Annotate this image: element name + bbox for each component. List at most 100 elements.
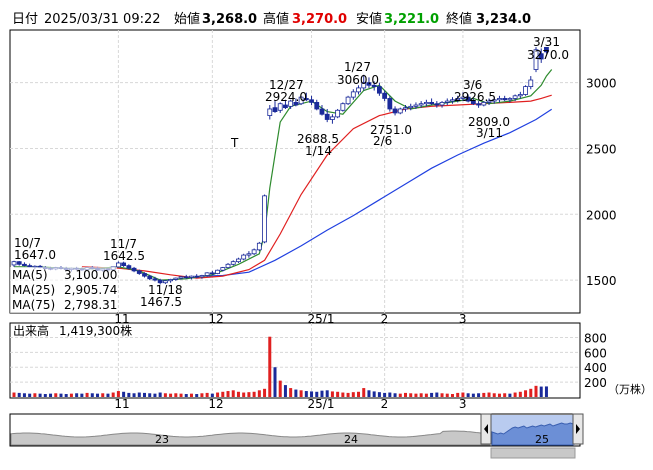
volume-bar: [17, 392, 21, 397]
volume-bar: [158, 392, 162, 397]
volume-bar: [179, 393, 183, 397]
volume-value: 1,419,300株: [59, 323, 132, 338]
volume-tick-label: 200: [584, 376, 607, 390]
candle: [408, 105, 414, 109]
volume-bar: [289, 388, 293, 397]
candle: [497, 98, 502, 101]
annotation-date: 1/14: [305, 144, 332, 158]
volume-bar: [518, 391, 522, 397]
volume-bar: [482, 392, 486, 397]
volume-bar: [200, 393, 204, 397]
candle: [246, 253, 252, 256]
volume-tick-label: 800: [584, 331, 607, 345]
volume-bar: [424, 393, 428, 397]
candle: [131, 267, 137, 272]
volume-bar: [492, 393, 496, 397]
overview-label-24: 24: [344, 433, 358, 446]
volume-bar: [278, 380, 282, 397]
volume-bar: [43, 394, 47, 397]
candle: [512, 95, 518, 99]
volume-bar: [471, 393, 475, 397]
candle: [507, 98, 513, 101]
volume-x-axis: 11 12 25/1 2 3: [114, 397, 466, 411]
volume-bar: [80, 393, 84, 397]
volume-bar: [69, 393, 73, 397]
annotation-price: 3270.0: [527, 48, 569, 62]
candle: [523, 86, 528, 95]
candle: [350, 91, 356, 98]
volume-bar: [503, 393, 507, 397]
overview-label-25: 25: [535, 433, 549, 446]
candle: [335, 109, 341, 118]
volume-bar: [143, 392, 146, 397]
candle: [397, 108, 403, 114]
open-label: 始値: [174, 11, 200, 27]
volume-bar: [153, 393, 157, 397]
overview-left-handle[interactable]: [480, 413, 492, 445]
volume-bar: [231, 390, 235, 397]
candle: [262, 195, 267, 243]
volume-bar: [544, 386, 548, 397]
candle: [314, 101, 320, 110]
volume-bar: [263, 388, 267, 397]
volume-bar: [90, 393, 94, 397]
candle: [215, 269, 220, 274]
annotation-price: 2751.0: [370, 123, 412, 137]
volume-bar: [257, 390, 261, 397]
volume-bar: [247, 392, 251, 397]
close-label: 終値: [446, 11, 472, 27]
chart-marker: T: [230, 136, 239, 150]
high-value: 3,270.0: [292, 12, 347, 27]
volume-bar: [435, 392, 439, 397]
candle: [209, 272, 215, 275]
low-value: 3,221.0: [384, 12, 439, 27]
candle: [183, 276, 189, 279]
header-line: 日付 2025/03/31 09:22 始値 3,268.0 高値 3,270.…: [12, 11, 531, 27]
volume-bar: [54, 393, 58, 397]
volume-bar: [22, 393, 26, 397]
volume-bar: [163, 393, 167, 397]
candle: [283, 104, 288, 109]
high-label: 高値: [263, 11, 289, 27]
annotation-price: 1642.5: [103, 249, 145, 263]
price-tick-label: 1500: [586, 274, 617, 288]
ma75-label: MA(75): [12, 298, 55, 312]
volume-bar: [487, 392, 491, 397]
volume-bar: [508, 393, 512, 397]
candle: [173, 277, 179, 280]
volume-bar: [477, 393, 481, 397]
annotation-price: 3060.0: [337, 73, 379, 87]
price-tick-label: 3000: [586, 77, 617, 91]
candle: [309, 99, 314, 103]
volume-bar: [336, 391, 340, 397]
overview-right-handle[interactable]: [572, 413, 584, 445]
volume-y-axis: 200400600800: [584, 331, 607, 390]
volume-bar: [367, 390, 371, 397]
candle: [27, 265, 33, 268]
candle: [11, 261, 17, 266]
annotation-price: 2809.0: [468, 115, 510, 129]
candle: [324, 113, 330, 120]
volume-bar: [534, 385, 538, 397]
overview-scrollbar-thumb[interactable]: [490, 447, 576, 459]
ma25-legend: MA(25) 2,905.74: [12, 283, 117, 297]
date-label: 日付: [12, 12, 38, 27]
candle: [382, 92, 388, 99]
candle: [136, 270, 142, 274]
candle: [444, 100, 450, 103]
volume-bar: [148, 393, 152, 397]
candle: [236, 258, 241, 263]
candle: [22, 263, 27, 267]
candle: [152, 278, 158, 281]
candle: [345, 96, 351, 105]
date-value: 2025/03/31 09:22: [44, 12, 161, 27]
volume-bar: [299, 390, 303, 397]
volume-bar: [362, 388, 366, 397]
ma25-label: MA(25): [12, 283, 55, 297]
ma5-legend: MA(5) 3,100.00: [12, 268, 117, 282]
candle: [330, 116, 335, 120]
volume-bar: [524, 390, 528, 397]
volume-legend: 出来高 1,419,300株: [13, 323, 132, 338]
candle: [241, 254, 247, 260]
stock-chart: 日付 2025/03/31 09:22 始値 3,268.0 高値 3,270.…: [9, 11, 652, 459]
